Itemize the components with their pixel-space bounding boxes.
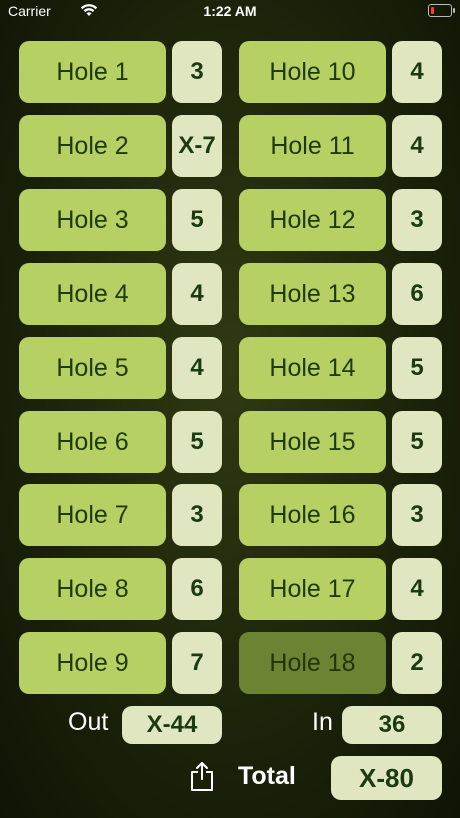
hole-score-9: 7	[172, 632, 222, 694]
hole-score-2: X-7	[172, 115, 222, 177]
out-total-value: X-44	[122, 706, 222, 744]
hole-score-4: 4	[172, 263, 222, 325]
hole-score-3: 5	[172, 189, 222, 251]
hole-button-7[interactable]: Hole 7	[19, 484, 166, 546]
hole-button-14[interactable]: Hole 14	[239, 337, 386, 399]
hole-score-5: 4	[172, 337, 222, 399]
hole-button-18[interactable]: Hole 18	[239, 632, 386, 694]
hole-score-6: 5	[172, 411, 222, 473]
hole-score-1: 3	[172, 41, 222, 103]
hole-score-18: 2	[392, 632, 442, 694]
in-total-value: 36	[342, 706, 442, 744]
hole-grid: Hole 1 3 Hole 2 X-7 Hole 3 5 Hole 4 4 Hole 5 4 Hol…	[0, 0, 460, 700]
hole-button-6[interactable]: Hole 6	[19, 411, 166, 473]
hole-button-5[interactable]: Hole 5	[19, 337, 166, 399]
hole-score-14: 5	[392, 337, 442, 399]
hole-button-3[interactable]: Hole 3	[19, 189, 166, 251]
hole-button-11[interactable]: Hole 11	[239, 115, 386, 177]
hole-score-15: 5	[392, 411, 442, 473]
hole-score-13: 6	[392, 263, 442, 325]
in-label: In	[312, 708, 333, 736]
hole-button-2[interactable]: Hole 2	[19, 115, 166, 177]
hole-button-15[interactable]: Hole 15	[239, 411, 386, 473]
hole-button-10[interactable]: Hole 10	[239, 41, 386, 103]
hole-score-11: 4	[392, 115, 442, 177]
out-label: Out	[68, 708, 109, 736]
hole-score-12: 3	[392, 189, 442, 251]
hole-score-16: 3	[392, 484, 442, 546]
hole-button-12[interactable]: Hole 12	[239, 189, 386, 251]
hole-button-9[interactable]: Hole 9	[19, 632, 166, 694]
hole-button-13[interactable]: Hole 13	[239, 263, 386, 325]
hole-button-1[interactable]: Hole 1	[19, 41, 166, 103]
total-label: Total	[238, 762, 296, 790]
hole-score-7: 3	[172, 484, 222, 546]
hole-button-17[interactable]: Hole 17	[239, 558, 386, 620]
hole-score-17: 4	[392, 558, 442, 620]
hole-button-16[interactable]: Hole 16	[239, 484, 386, 546]
hole-button-4[interactable]: Hole 4	[19, 263, 166, 325]
hole-score-10: 4	[392, 41, 442, 103]
grand-total-value: X-80	[331, 756, 442, 800]
hole-score-8: 6	[172, 558, 222, 620]
hole-button-8[interactable]: Hole 8	[19, 558, 166, 620]
share-icon[interactable]	[189, 760, 215, 792]
